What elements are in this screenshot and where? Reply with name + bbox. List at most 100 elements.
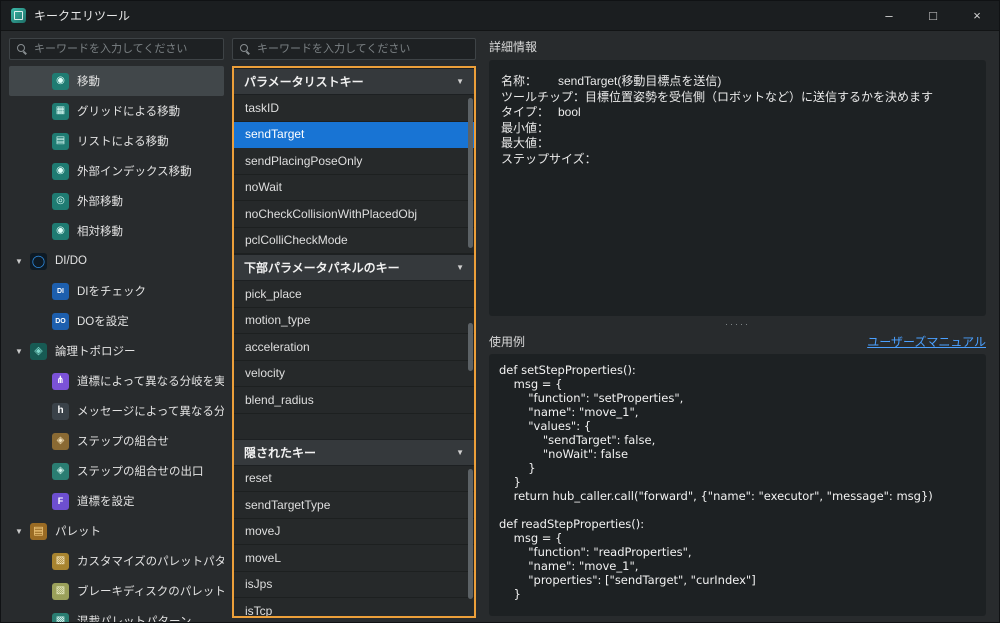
key-label: taskID bbox=[245, 101, 279, 115]
sidebar-item[interactable]: ⋔ 道標によって異なる分岐を実行 bbox=[9, 366, 224, 396]
sidebar-item[interactable]: ◉ 移動 bbox=[9, 66, 224, 96]
sidebar-item-label: DI/DO bbox=[55, 255, 87, 267]
key-label: reset bbox=[245, 471, 272, 485]
sidebar-item-label: 外部インデックス移動 bbox=[77, 163, 192, 179]
scrollbar-thumb[interactable] bbox=[468, 323, 473, 371]
sidebar-item-label: 道標によって異なる分岐を実行 bbox=[77, 373, 224, 389]
key-item[interactable]: sendTargetType bbox=[234, 492, 474, 519]
section-header-bottom-panel-keys[interactable]: 下部パラメータパネルのキー ▼ bbox=[234, 254, 474, 281]
sidebar-item[interactable]: DO DOを設定 bbox=[9, 306, 224, 336]
sidebar-search-input[interactable] bbox=[34, 43, 216, 55]
step-type-icon: ◉ bbox=[52, 73, 69, 90]
key-item[interactable]: moveL bbox=[234, 545, 474, 572]
sidebar-item-label: グリッドによる移動 bbox=[77, 103, 180, 119]
sidebar-search[interactable] bbox=[9, 38, 224, 60]
key-item[interactable]: noCheckCollisionWithPlacedObj bbox=[234, 201, 474, 228]
keys-search-input[interactable] bbox=[257, 43, 468, 55]
collapse-arrow-icon: ▼ bbox=[15, 347, 30, 356]
sidebar-item[interactable]: ◉ 外部インデックス移動 bbox=[9, 156, 224, 186]
key-item[interactable]: acceleration bbox=[234, 334, 474, 361]
detail-panel: 名称： sendTarget(移動目標点を送信) ツールチップ： 目標位置姿勢を… bbox=[489, 60, 986, 316]
detail-field: ツールチップ： 目標位置姿勢を受信側（ロボットなど）に送信するかを決めます bbox=[501, 90, 974, 106]
sidebar-item[interactable]: ▼ ▤ パレット bbox=[9, 516, 224, 546]
key-label: motion_type bbox=[245, 313, 310, 327]
user-manual-link[interactable]: ユーザーズマニュアル bbox=[867, 333, 986, 350]
key-item[interactable]: isJps bbox=[234, 572, 474, 599]
key-item[interactable]: pick_place bbox=[234, 281, 474, 308]
section-header-hidden-keys[interactable]: 隠されたキー ▼ bbox=[234, 439, 474, 466]
key-item[interactable]: sendPlacingPoseOnly bbox=[234, 148, 474, 175]
key-item[interactable]: noWait bbox=[234, 175, 474, 202]
search-icon bbox=[240, 44, 251, 55]
detail-field-value: 目標位置姿勢を受信側（ロボットなど）に送信するかを決めます bbox=[585, 90, 974, 106]
step-type-icon: ◈ bbox=[52, 463, 69, 480]
detail-field-label: タイプ： bbox=[501, 105, 558, 121]
step-type-icon: ◈ bbox=[30, 343, 47, 360]
search-icon bbox=[17, 44, 28, 55]
section-header-parameter-list-keys[interactable]: パラメータリストキー ▼ bbox=[234, 68, 474, 95]
step-type-icon: ▤ bbox=[52, 133, 69, 150]
sidebar-item[interactable]: ◎ 外部移動 bbox=[9, 186, 224, 216]
key-label: pick_place bbox=[245, 287, 302, 301]
sidebar-item[interactable]: ▼ ◈ 論理トポロジー bbox=[9, 336, 224, 366]
key-item[interactable]: blend_radius bbox=[234, 387, 474, 414]
sidebar-item[interactable]: ▼ ◯ DI/DO bbox=[9, 246, 224, 276]
key-label: sendPlacingPoseOnly bbox=[245, 154, 362, 168]
key-item[interactable]: isTcp bbox=[234, 598, 474, 618]
sidebar-item[interactable]: ▩ 混載パレットパターン bbox=[9, 606, 224, 622]
sidebar-item[interactable]: ▤ リストによる移動 bbox=[9, 126, 224, 156]
sidebar-item[interactable]: DI DIをチェック bbox=[9, 276, 224, 306]
step-type-icon: ▦ bbox=[52, 103, 69, 120]
step-type-icon: F bbox=[52, 493, 69, 510]
key-item[interactable]: motion_type bbox=[234, 308, 474, 335]
sidebar-item[interactable]: ▨ カスタマイズのパレットパターン bbox=[9, 546, 224, 576]
chevron-down-icon: ▼ bbox=[456, 263, 464, 272]
chevron-down-icon: ▼ bbox=[456, 77, 464, 86]
panel-splitter[interactable]: ····· bbox=[489, 316, 986, 331]
section-title: 隠されたキー bbox=[244, 444, 316, 461]
sidebar-item-label: 外部移動 bbox=[77, 193, 123, 209]
key-item[interactable]: taskID bbox=[234, 95, 474, 122]
key-label: isJps bbox=[245, 577, 272, 591]
key-label: noWait bbox=[245, 180, 282, 194]
detail-field-label: 名称： bbox=[501, 74, 558, 90]
scrollbar-thumb[interactable] bbox=[468, 98, 473, 248]
key-label: isTcp bbox=[245, 604, 272, 618]
sidebar-item[interactable]: ◉ 相対移動 bbox=[9, 216, 224, 246]
key-item[interactable]: reset bbox=[234, 466, 474, 493]
section-title: 下部パラメータパネルのキー bbox=[244, 259, 400, 276]
key-item[interactable]: pclColliCheckMode bbox=[234, 228, 474, 255]
detail-field: ステップサイズ： bbox=[501, 152, 974, 168]
close-button[interactable]: × bbox=[955, 1, 999, 30]
sidebar-item[interactable]: ◈ ステップの組合せ bbox=[9, 426, 224, 456]
keys-search[interactable] bbox=[232, 38, 476, 60]
sidebar-item[interactable]: ◈ ステップの組合せの出口 bbox=[9, 456, 224, 486]
step-type-icon: DI bbox=[52, 283, 69, 300]
step-type-icon: ◎ bbox=[52, 193, 69, 210]
title-bar: キークエリツール – □ × bbox=[1, 1, 999, 31]
step-sidebar: ◉ 移動 ▦ グリッドによる移動 ▤ リストによる移動 ◉ 外部インデックス移動 bbox=[1, 31, 227, 622]
key-label: moveL bbox=[245, 551, 281, 565]
detail-field-label: ツールチップ： bbox=[501, 90, 585, 106]
sidebar-item[interactable]: ▧ ブレーキディスクのパレットパターン bbox=[9, 576, 224, 606]
scrollbar-thumb[interactable] bbox=[468, 469, 473, 599]
sidebar-item-label: DIをチェック bbox=[77, 283, 146, 299]
sidebar-item[interactable]: F 道標を設定 bbox=[9, 486, 224, 516]
minimize-button[interactable]: – bbox=[867, 1, 911, 30]
key-item[interactable]: moveJ bbox=[234, 519, 474, 546]
key-label: blend_radius bbox=[245, 393, 314, 407]
sidebar-item[interactable]: h メッセージによって異なる分岐を実行 bbox=[9, 396, 224, 426]
detail-field: 最小値： bbox=[501, 121, 974, 137]
detail-field-label: 最小値： bbox=[501, 121, 558, 137]
key-item[interactable]: sendTarget bbox=[234, 122, 474, 149]
detail-field-label: ステップサイズ： bbox=[501, 152, 597, 168]
sidebar-item-label: カスタマイズのパレットパターン bbox=[77, 553, 224, 569]
sidebar-item-label: メッセージによって異なる分岐を実行 bbox=[77, 403, 224, 419]
window-controls: – □ × bbox=[867, 1, 999, 30]
maximize-button[interactable]: □ bbox=[911, 1, 955, 30]
key-item[interactable]: velocity bbox=[234, 361, 474, 388]
section-title: パラメータリストキー bbox=[244, 73, 364, 90]
collapse-arrow-icon: ▼ bbox=[15, 257, 30, 266]
sidebar-item[interactable]: ▦ グリッドによる移動 bbox=[9, 96, 224, 126]
key-label: noCheckCollisionWithPlacedObj bbox=[245, 207, 417, 221]
